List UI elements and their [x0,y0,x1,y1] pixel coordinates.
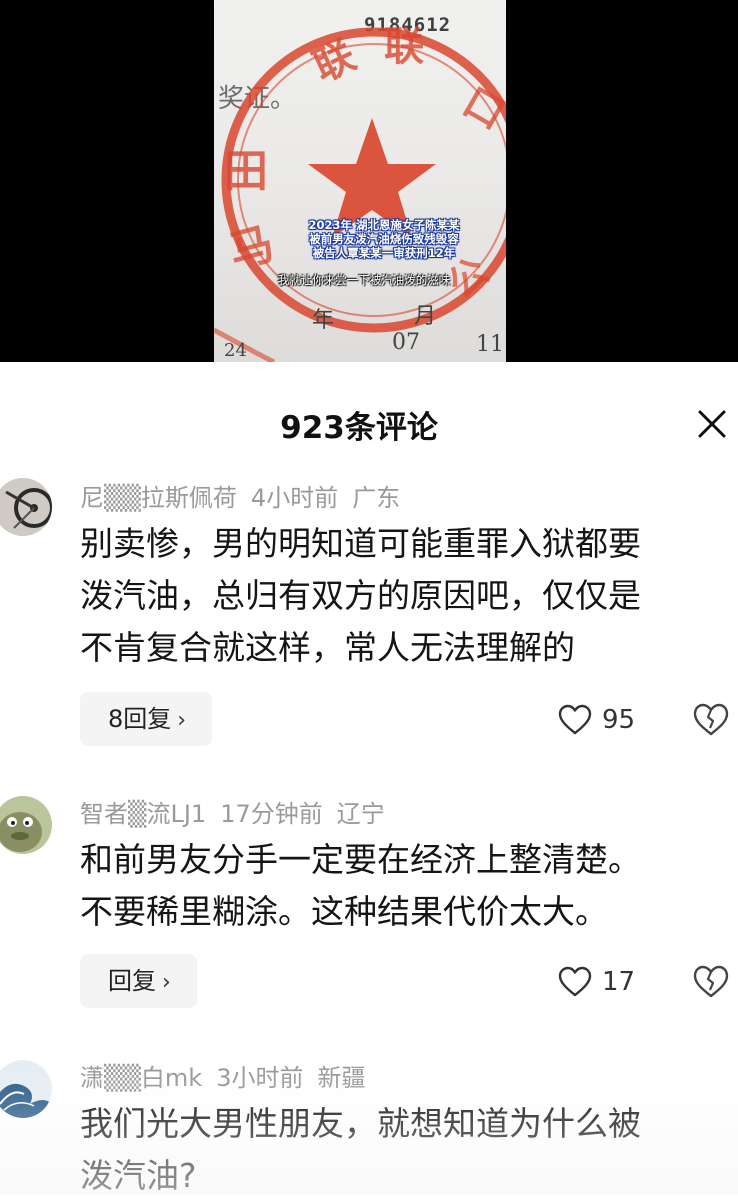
chevron-right-icon: › [162,970,171,995]
avatar[interactable] [0,478,52,536]
video-caption-line: 被前男友泼汽油烧伤致残毁容 [309,232,459,246]
replies-label: 8回复 [108,705,172,733]
comments-count-title: 923条评论 [280,410,438,446]
comment-body: 我们光大男性朋友，就想知道为什么被 泼汽油? [80,1098,730,1202]
document-date-month-value: 07 [392,330,420,355]
comment-meta: 潇▒▒白mk 3小时前 新疆 [80,1058,365,1093]
comment-time: 3小时前 [216,1064,304,1092]
dislike-button[interactable] [692,964,730,1002]
close-button[interactable] [690,400,738,448]
comment-meta: 智者▒流LJ1 17分钟前 辽宁 [80,794,385,829]
comment-location: 新疆 [317,1064,366,1092]
comment-time: 17分钟前 [220,800,323,828]
avatar-cartoon-image [0,796,52,854]
comment-line: 泼汽油，总归有双方的原因吧，仅仅是 [80,576,641,615]
reply-button[interactable]: 回复 › [80,954,197,1008]
avatar[interactable] [0,1060,52,1118]
comment-line: 不肯复合就这样，常人无法理解的 [80,628,575,667]
video-frame: 9184612 奖证。 联 联 口 田 马 公 年 月 07 11 24 202… [214,0,506,362]
close-icon [698,410,726,438]
dislike-button[interactable] [692,702,730,740]
svg-text:田: 田 [224,146,268,197]
avatar[interactable] [0,796,52,854]
comment-username[interactable]: 智者▒流LJ1 [80,800,206,828]
heart-icon [558,966,592,997]
avatar-bike-image [0,478,52,536]
comment-line: 别卖惨，男的明知道可能重罪入狱都要 [80,524,641,563]
comment-line: 我们光大男性朋友，就想知道为什么被 [80,1104,641,1143]
video-caption-line: 2023年 湖北恩施女子陈某某 [308,218,460,232]
svg-text:口: 口 [455,78,506,139]
comment-item: 尼▒▒拉斯佩荷 4小时前 广东 别卖惨，男的明知道可能重罪入狱都要 泼汽油，总归有双… [0,474,738,764]
like-count: 17 [602,967,636,997]
chevron-right-icon: › [177,708,187,733]
comment-item: 潇▒▒白mk 3小时前 新疆 我们光大男性朋友，就想知道为什么被 泼汽油? [0,1054,738,1195]
video-player[interactable]: 9184612 奖证。 联 联 口 田 马 公 年 月 07 11 24 202… [0,0,738,362]
document-date-day-value: 11 [476,332,504,357]
comment-time: 4小时前 [250,484,339,512]
comment-line: 不要稀里糊涂。这种结果代价太大。 [80,892,608,931]
comment-meta: 尼▒▒拉斯佩荷 4小时前 广东 [80,478,400,513]
comment-location: 辽宁 [336,800,385,828]
video-caption-line: 被告人覃某某一审获刑12年 [312,246,456,260]
view-replies-button[interactable]: 8回复 › [80,692,213,746]
official-stamp-image: 联 联 口 田 马 公 [214,23,506,362]
comment-body: 别卖惨，男的明知道可能重罪入狱都要 泼汽油，总归有双方的原因吧，仅仅是 不肯复合… [80,518,730,674]
broken-heart-icon [693,703,729,736]
comments-sheet-header: 923条评论 [0,362,738,472]
video-subtitle: 我就让你来尝一下被汽油泼的滋味 [277,273,451,287]
comment-item: 智者▒流LJ1 17分钟前 辽宁 和前男友分手一定要在经济上整清楚。 不要稀里糊涂。… [0,790,738,1030]
svg-text:联: 联 [384,23,424,70]
comment-line: 和前男友分手一定要在经济上整清楚。 [80,840,641,879]
reply-label: 回复 [108,967,156,995]
broken-heart-icon [693,965,729,998]
document-date-month: 月 [414,304,437,329]
comment-line: 泼汽油? [80,1156,197,1195]
like-count: 95 [602,705,636,735]
avatar-wave-image [0,1060,52,1118]
like-button[interactable]: 95 [558,700,635,740]
comment-body: 和前男友分手一定要在经济上整清楚。 不要稀里糊涂。这种结果代价太大。 [80,834,730,938]
document-date-prefix: 24 [224,340,247,361]
heart-icon [558,704,592,735]
comment-username[interactable]: 尼▒▒拉斯佩荷 [80,484,237,512]
comment-username[interactable]: 潇▒▒白mk [80,1064,202,1092]
like-button[interactable]: 17 [558,962,635,1002]
comment-location: 广东 [352,484,401,512]
document-date-year: 年 [312,308,335,333]
video-caption: 2023年 湖北恩施女子陈某某 被前男友泼汽油烧伤致残毁容 被告人覃某某一审获刑… [264,218,504,260]
